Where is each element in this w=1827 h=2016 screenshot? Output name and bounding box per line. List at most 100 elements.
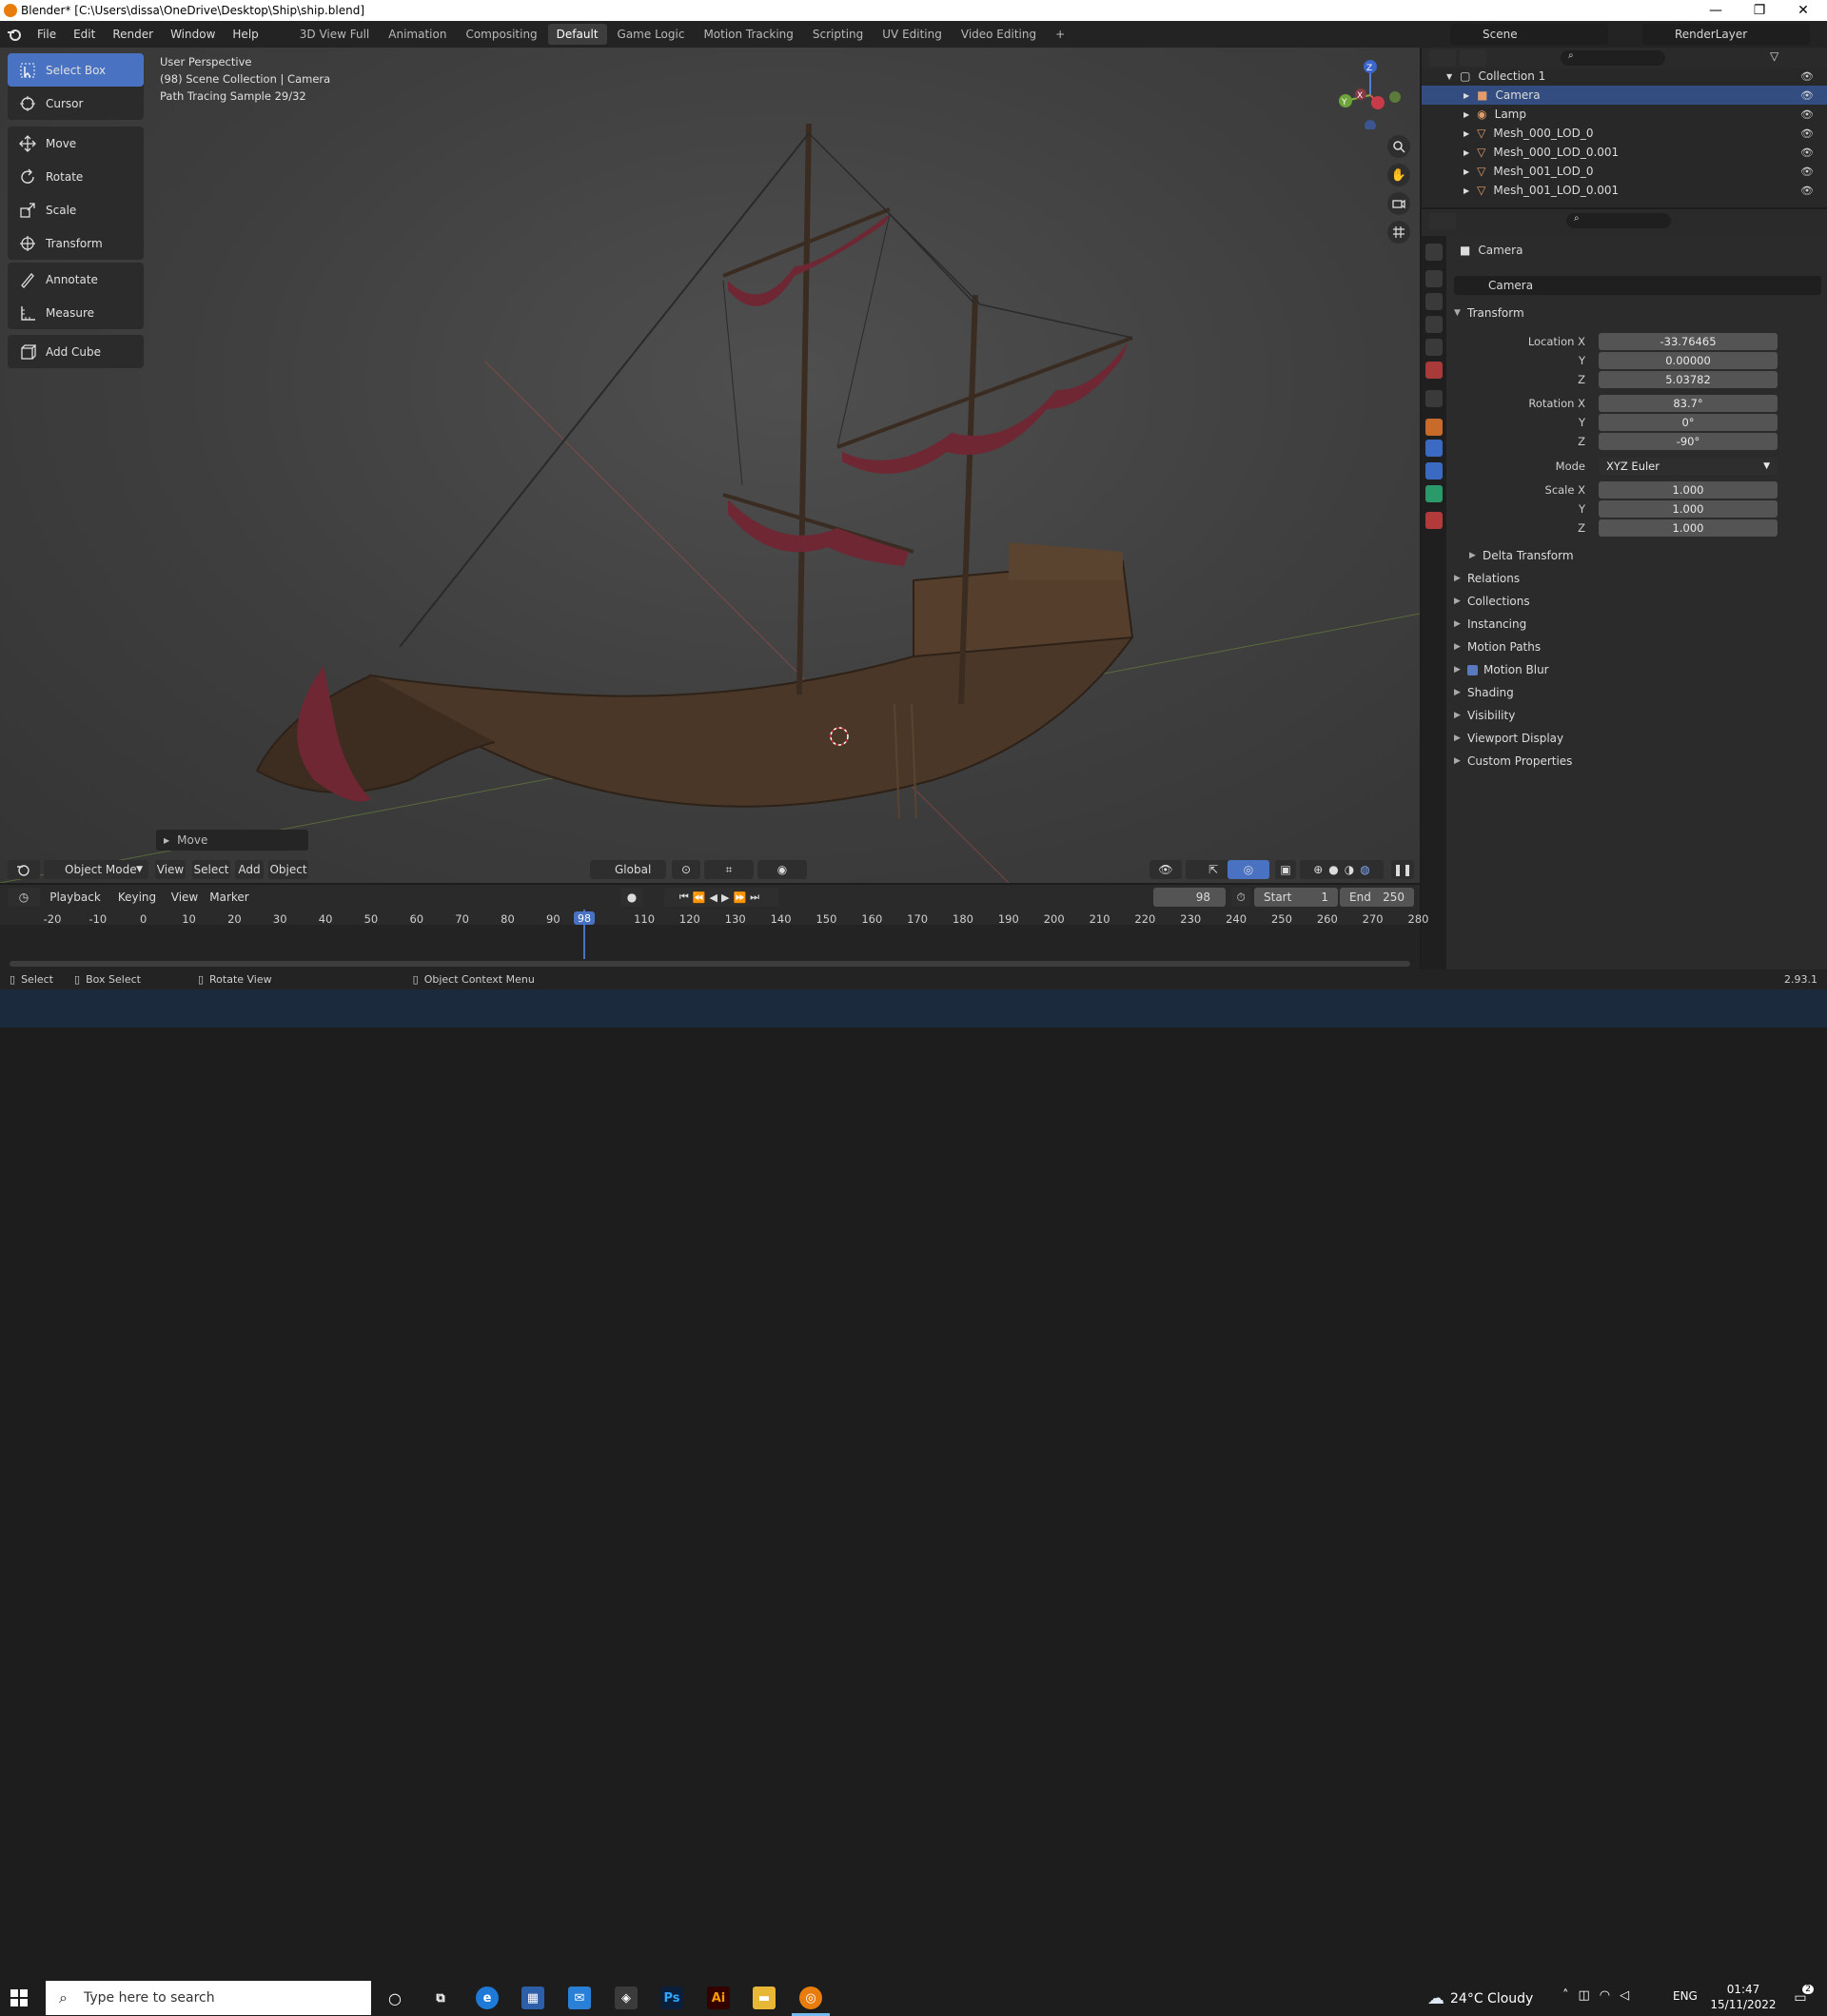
world-tab-icon[interactable]: [1425, 362, 1443, 379]
taskbar-search-box[interactable]: ⌕ Type here to search: [46, 1981, 371, 2015]
scene-tab-icon[interactable]: [1425, 339, 1443, 356]
zoom-icon[interactable]: [1387, 135, 1410, 158]
system-tray[interactable]: ˄◫◠◁: [1562, 1988, 1639, 2003]
outliner-item-lamp[interactable]: ▶ ◉ Lamp 👁: [1422, 105, 1827, 124]
scene-selector[interactable]: Scene: [1450, 24, 1608, 45]
marker-menu[interactable]: Marker: [206, 888, 253, 907]
object-tab-icon[interactable]: [1425, 419, 1443, 436]
motion-paths-panel-header[interactable]: ▶ Motion Paths: [1454, 636, 1816, 658]
overlays-toggle-icon[interactable]: ◎: [1228, 860, 1269, 879]
ortho-grid-icon[interactable]: [1387, 221, 1410, 244]
network-icon[interactable]: ◫: [1579, 1988, 1600, 2003]
visibility-eye-icon[interactable]: 👁: [1800, 185, 1814, 197]
tab-video-editing[interactable]: Video Editing: [953, 24, 1045, 45]
tool-scale[interactable]: Scale: [8, 193, 144, 226]
tab-game-logic[interactable]: Game Logic: [609, 24, 694, 45]
photoshop-icon[interactable]: Ps: [660, 1987, 683, 2009]
start-frame-field[interactable]: Start 1: [1254, 888, 1338, 907]
minimize-button[interactable]: —: [1694, 0, 1738, 21]
scale-x-field[interactable]: 1.000: [1599, 481, 1778, 499]
viewport-display-panel-header[interactable]: ▶ Viewport Display: [1454, 727, 1816, 750]
proportional-edit-icon[interactable]: ◉: [757, 860, 807, 879]
language-indicator[interactable]: ENG: [1673, 1989, 1698, 2003]
object-data-tab-icon[interactable]: [1425, 485, 1443, 502]
menu-window[interactable]: Window: [162, 21, 224, 48]
tab-uv-editing[interactable]: UV Editing: [874, 24, 951, 45]
outliner-item-camera[interactable]: ▶ ■ Camera 👁: [1422, 86, 1827, 105]
navigation-gizmo[interactable]: Z Y X: [1332, 53, 1408, 131]
timeline-scrollbar[interactable]: [10, 961, 1410, 967]
orientation-dropdown[interactable]: Global: [590, 860, 666, 879]
outliner-editor-type-icon[interactable]: [1429, 49, 1456, 67]
sidebar-toggle-icon[interactable]: ❚❚: [1391, 860, 1414, 879]
tool-transform[interactable]: Transform: [8, 226, 144, 260]
unity-icon[interactable]: ◈: [615, 1987, 638, 2009]
file-explorer-icon[interactable]: ▬: [753, 1987, 776, 2009]
view-menu[interactable]: View: [155, 860, 186, 879]
tool-annotate[interactable]: Annotate: [8, 263, 144, 296]
custom-properties-panel-header[interactable]: ▶ Custom Properties: [1454, 750, 1816, 773]
outliner-item-mesh[interactable]: ▶ ▽ Mesh_000_LOD_0 👁: [1422, 124, 1827, 143]
motion-blur-panel-header[interactable]: ▶ Motion Blur: [1454, 658, 1816, 681]
motion-blur-checkbox[interactable]: [1467, 664, 1478, 675]
camera-view-icon[interactable]: [1387, 192, 1410, 215]
solid-shading-icon[interactable]: ●: [1328, 863, 1338, 876]
playback-menu[interactable]: Playback: [44, 888, 107, 907]
notification-icon[interactable]: ▭ 2: [1789, 1985, 1814, 2007]
outliner-item-mesh[interactable]: ▶ ▽ Mesh_000_LOD_0.001 👁: [1422, 143, 1827, 162]
tool-tab-icon[interactable]: [1425, 244, 1443, 261]
properties-editor-type-icon[interactable]: [1429, 213, 1456, 230]
cortana-icon[interactable]: ○: [383, 1987, 406, 2009]
pivot-icon[interactable]: ⊙: [672, 860, 700, 879]
rotation-x-field[interactable]: 83.7°: [1599, 395, 1778, 412]
windows-start-icon[interactable]: [10, 1988, 30, 2007]
volume-icon[interactable]: ◁: [1620, 1988, 1639, 2003]
jump-end-icon[interactable]: ⏭: [750, 891, 763, 904]
play-reverse-icon[interactable]: ◀: [710, 891, 721, 904]
playhead-frame-badge[interactable]: 98: [574, 911, 595, 925]
editor-type-button[interactable]: [8, 860, 40, 879]
edge-browser-icon[interactable]: e: [476, 1987, 499, 2009]
tool-measure[interactable]: Measure: [8, 296, 144, 329]
visibility-panel-header[interactable]: ▶ Visibility: [1454, 704, 1816, 727]
object-mode-dropdown[interactable]: Object Mode ▼: [44, 860, 148, 879]
outliner-item-mesh[interactable]: ▶ ▽ Mesh_001_LOD_0 👁: [1422, 162, 1827, 181]
rotation-y-field[interactable]: 0°: [1599, 414, 1778, 431]
tool-select-box[interactable]: Select Box: [8, 53, 144, 87]
location-y-field[interactable]: 0.00000: [1599, 352, 1778, 369]
add-menu[interactable]: Add: [235, 860, 264, 879]
material-shading-icon[interactable]: ◑: [1345, 863, 1354, 876]
collection-tab-icon[interactable]: [1425, 390, 1443, 407]
visibility-eye-icon[interactable]: 👁: [1800, 70, 1814, 83]
weather-widget[interactable]: ☁ 24°C Cloudy: [1427, 1988, 1533, 2008]
view-menu[interactable]: View: [167, 888, 202, 907]
menu-help[interactable]: Help: [224, 21, 266, 48]
play-icon[interactable]: ▶: [721, 891, 733, 904]
stopwatch-icon[interactable]: ⏱: [1231, 888, 1250, 907]
menu-render[interactable]: Render: [104, 21, 162, 48]
timeline-ruler[interactable]: [0, 910, 1420, 925]
transform-panel-header[interactable]: ▼ Transform: [1454, 302, 1816, 324]
scale-z-field[interactable]: 1.000: [1599, 519, 1778, 537]
outliner-search-input[interactable]: ⌕: [1561, 50, 1665, 66]
menu-file[interactable]: File: [29, 21, 65, 48]
playback-controls[interactable]: ⏮ ⏪ ◀ ▶ ⏩ ⏭: [664, 888, 778, 907]
relations-panel-header[interactable]: ▶ Relations: [1454, 567, 1816, 590]
location-x-field[interactable]: -33.76465: [1599, 333, 1778, 350]
render-tab-icon[interactable]: [1425, 270, 1443, 287]
location-z-field[interactable]: 5.03782: [1599, 371, 1778, 388]
xray-toggle-icon[interactable]: ▣: [1275, 860, 1296, 879]
jump-start-icon[interactable]: ⏮: [679, 891, 693, 904]
rotation-z-field[interactable]: -90°: [1599, 433, 1778, 450]
mail-icon[interactable]: ✉: [568, 1987, 591, 2009]
filter-icon[interactable]: ▽: [1770, 49, 1793, 67]
timeline-editor-type-icon[interactable]: ◷: [8, 888, 40, 907]
visibility-icon[interactable]: 👁: [1149, 860, 1182, 879]
scale-y-field[interactable]: 1.000: [1599, 500, 1778, 518]
jump-keyframe-back-icon[interactable]: ⏪: [693, 891, 710, 904]
wifi-icon[interactable]: ◠: [1600, 1988, 1620, 2003]
collection-row[interactable]: ▼ ▢ Collection 1 👁: [1422, 67, 1827, 86]
shading-panel-header[interactable]: ▶ Shading: [1454, 681, 1816, 704]
rendered-shading-icon[interactable]: ◍: [1360, 863, 1369, 876]
tab-scripting[interactable]: Scripting: [804, 24, 872, 45]
